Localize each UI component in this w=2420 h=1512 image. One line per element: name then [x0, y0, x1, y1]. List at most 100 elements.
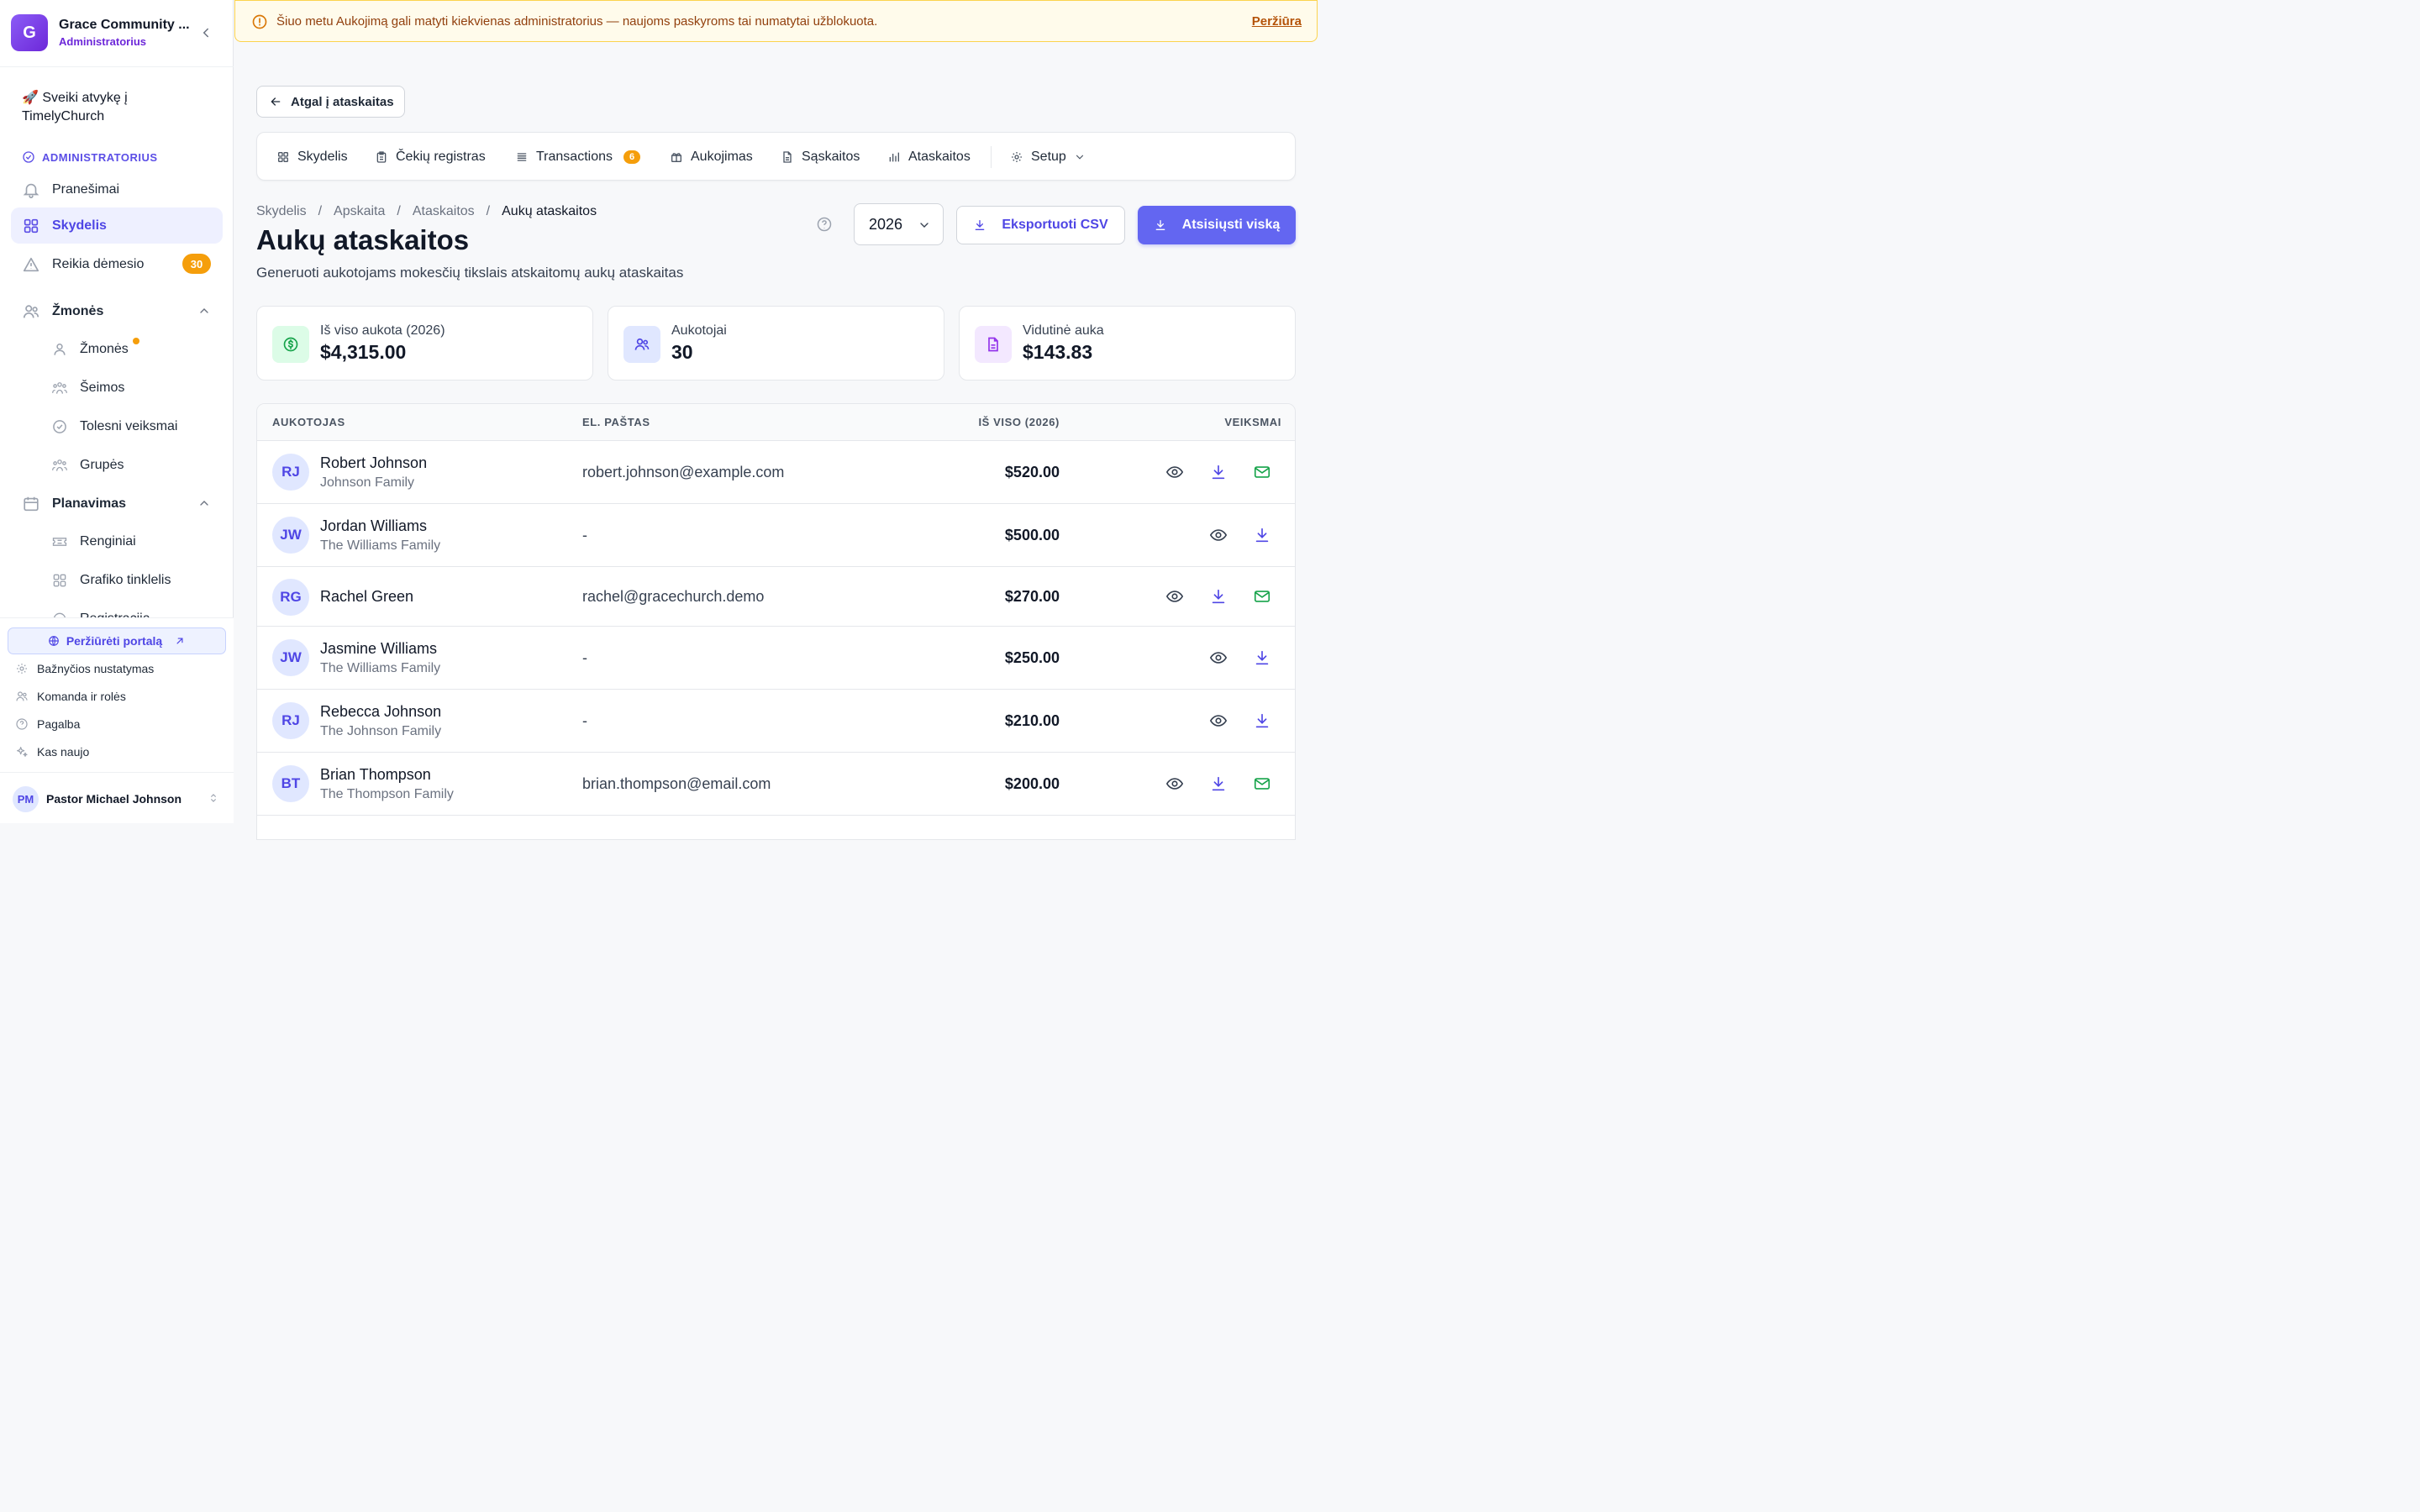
- help-circle-icon: [15, 717, 29, 731]
- user-name: Pastor Michael Johnson: [46, 792, 182, 806]
- breadcrumb-item[interactable]: Ataskaitos: [413, 204, 475, 219]
- sidebar-item-label: Grafiko tinklelis: [80, 573, 171, 587]
- tab-dashboard[interactable]: Skydelis: [276, 133, 348, 181]
- sidebar-item-groups[interactable]: Grupės: [40, 449, 223, 482]
- sidebar-item-label: Skydelis: [52, 218, 107, 233]
- section-label-text: ADMINISTRATORIUS: [42, 150, 158, 164]
- globe-icon: [48, 635, 60, 647]
- sidebar-group-planning[interactable]: Planavimas: [11, 486, 223, 522]
- stat-value: $143.83: [1023, 341, 1093, 363]
- sparkles-icon: [15, 745, 29, 759]
- download-icon[interactable]: [1253, 648, 1271, 667]
- eye-icon[interactable]: [1165, 587, 1184, 606]
- table-row[interactable]: JW Jordan Williams The Williams Family -…: [257, 504, 1295, 567]
- column-header-total[interactable]: IŠ VISO (2026): [978, 416, 1060, 428]
- calendar-icon: [22, 495, 40, 513]
- column-header-email[interactable]: EL. PAŠTAS: [582, 416, 650, 428]
- tab-label: Setup: [1031, 150, 1066, 164]
- sidebar-item-notifications[interactable]: Pranešimai: [11, 171, 223, 207]
- sidebar-item-label: Žmonės: [80, 342, 129, 356]
- mail-icon[interactable]: [1253, 587, 1271, 606]
- stat-label: Aukotojai: [671, 323, 727, 338]
- mail-icon[interactable]: [1253, 774, 1271, 793]
- export-csv-button[interactable]: Eksportuoti CSV: [956, 206, 1125, 244]
- tab-setup[interactable]: Setup: [1010, 133, 1086, 181]
- back-to-reports-button[interactable]: Atgal į ataskaitas: [256, 86, 405, 118]
- user-icon: [51, 341, 68, 358]
- check-circle-icon: [22, 150, 35, 164]
- sidebar-item-people[interactable]: Žmonės: [40, 333, 223, 366]
- table-row[interactable]: RJ Robert Johnson Johnson Family robert.…: [257, 441, 1295, 504]
- section-label-admin: ADMINISTRATORIUS: [22, 150, 158, 164]
- user-menu[interactable]: PM Pastor Michael Johnson: [0, 772, 234, 824]
- avatar: JW: [272, 517, 309, 554]
- download-icon[interactable]: [1253, 526, 1271, 544]
- download-icon[interactable]: [1209, 774, 1228, 793]
- warning-icon: [22, 255, 40, 274]
- help-circle-icon[interactable]: [816, 216, 833, 233]
- check-circle-icon: [51, 418, 68, 435]
- donor-total: $210.00: [1004, 712, 1060, 729]
- eye-icon[interactable]: [1209, 526, 1228, 544]
- eye-icon[interactable]: [1209, 648, 1228, 667]
- accounting-tabs: Skydelis Čekių registras Transactions 6 …: [256, 132, 1296, 181]
- download-all-button[interactable]: Atsisiųsti viską: [1138, 206, 1296, 244]
- export-csv-label: Eksportuoti CSV: [1002, 218, 1108, 232]
- mail-icon[interactable]: [1253, 463, 1271, 481]
- sidebar-item-follow-ups[interactable]: Tolesni veiksmai: [40, 410, 223, 444]
- help-link[interactable]: Pagalba: [15, 717, 80, 731]
- org-switcher[interactable]: G Grace Community ... Administratorius: [0, 0, 234, 67]
- tab-accounts[interactable]: Sąskaitos: [781, 133, 860, 181]
- eye-icon[interactable]: [1165, 463, 1184, 481]
- banner-review-link[interactable]: Peržiūra: [1252, 14, 1302, 29]
- tab-transactions[interactable]: Transactions 6: [515, 133, 640, 181]
- donor-name: Rebecca Johnson: [320, 703, 442, 720]
- whats-new-link[interactable]: Kas naujo: [15, 745, 89, 759]
- collapse-sidebar-icon[interactable]: [198, 25, 213, 40]
- avatar: PM: [13, 786, 39, 812]
- chevron-up-icon[interactable]: [197, 304, 211, 318]
- sidebar-item-families[interactable]: Šeimos: [40, 371, 223, 405]
- team-roles-link[interactable]: Komanda ir rolės: [15, 690, 126, 703]
- eye-icon[interactable]: [1165, 774, 1184, 793]
- sidebar-group-label: Planavimas: [52, 496, 127, 511]
- attention-count-badge: 30: [182, 254, 211, 274]
- breadcrumb-item[interactable]: Apskaita: [334, 204, 385, 219]
- sidebar-item-dashboard[interactable]: Skydelis: [11, 207, 223, 244]
- table-row[interactable]: RG Rachel Green rachel@gracechurch.demo …: [257, 567, 1295, 627]
- tab-giving[interactable]: Aukojimas: [670, 133, 753, 181]
- sidebar-item-events[interactable]: Renginiai: [40, 525, 223, 559]
- church-setup-link[interactable]: Bažnyčios nustatymas: [15, 662, 154, 675]
- donor-family: The Thompson Family: [320, 787, 454, 801]
- avatar: RJ: [272, 702, 309, 739]
- breadcrumb-separator: /: [318, 204, 323, 218]
- column-header-donor[interactable]: AUKOTOJAS: [272, 416, 345, 428]
- table-row[interactable]: BT Brian Thompson The Thompson Family br…: [257, 753, 1295, 816]
- tab-check-register[interactable]: Čekių registras: [375, 133, 486, 181]
- banner-text: Šiuo metu Aukojimą gali matyti kiekviena…: [276, 14, 878, 29]
- year-value: 2026: [869, 215, 903, 233]
- download-icon[interactable]: [1209, 587, 1228, 606]
- avatar: RJ: [272, 454, 309, 491]
- tab-label: Ataskaitos: [908, 150, 971, 164]
- document-icon: [975, 326, 1012, 363]
- table-row[interactable]: JW Jasmine Williams The Williams Family …: [257, 627, 1295, 690]
- sidebar-item-attention[interactable]: Reikia dėmesio 30: [11, 246, 223, 282]
- sidebar-item-label: Renginiai: [80, 534, 136, 549]
- org-logo: G: [11, 14, 48, 51]
- sidebar-item-schedule-grid[interactable]: Grafiko tinklelis: [40, 564, 223, 597]
- year-select[interactable]: 2026: [854, 203, 944, 245]
- table-row[interactable]: RJ Rebecca Johnson The Johnson Family - …: [257, 690, 1295, 753]
- breadcrumb-item[interactable]: Skydelis: [256, 204, 307, 219]
- eye-icon[interactable]: [1209, 711, 1228, 730]
- tab-reports[interactable]: Ataskaitos: [887, 133, 971, 181]
- view-portal-button[interactable]: Peržiūrėti portalą: [8, 627, 226, 654]
- donor-family: The Williams Family: [320, 538, 441, 553]
- download-icon[interactable]: [1209, 463, 1228, 481]
- chevron-up-icon[interactable]: [197, 496, 211, 510]
- avatar: BT: [272, 765, 309, 802]
- breadcrumb-current: Aukų ataskaitos: [502, 204, 597, 218]
- download-icon[interactable]: [1253, 711, 1271, 730]
- ticket-icon: [51, 533, 68, 550]
- sidebar-group-people[interactable]: Žmonės: [11, 293, 223, 329]
